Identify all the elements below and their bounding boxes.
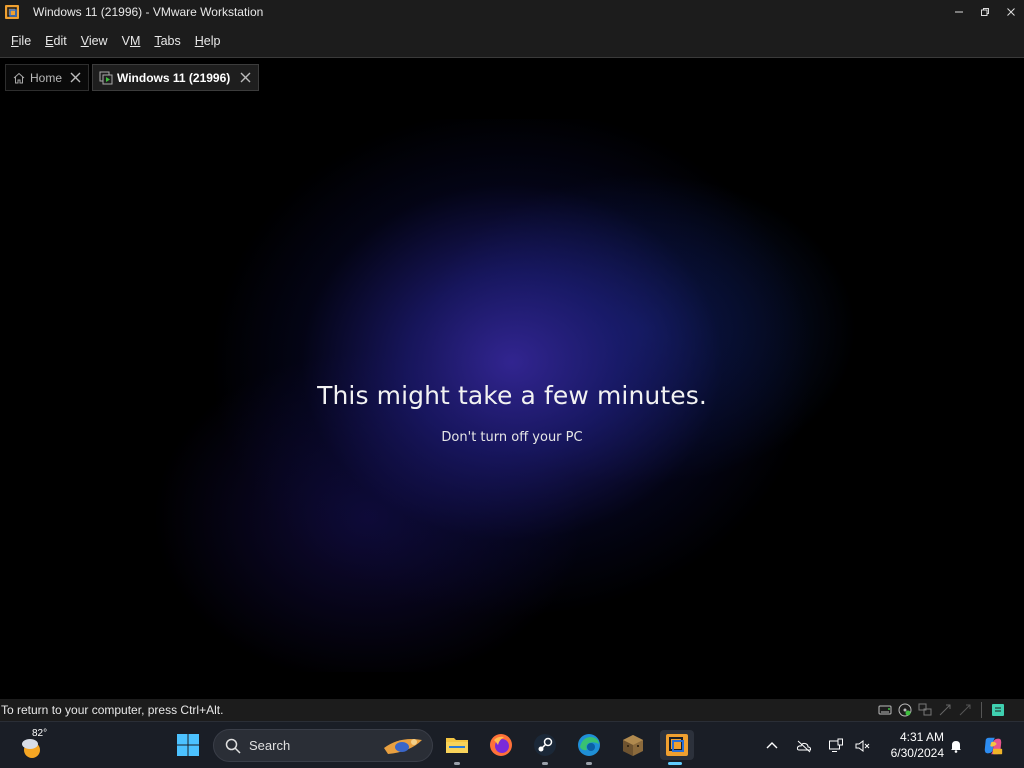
taskbar-file-explorer[interactable] (442, 730, 472, 765)
tray-display[interactable] (828, 722, 844, 768)
vm-console[interactable]: This might take a few minutes. Don't tur… (0, 95, 1024, 699)
status-bar: To return to your computer, press Ctrl+A… (0, 699, 1024, 721)
taskbar-search[interactable]: Search (213, 729, 433, 762)
running-indicator (542, 762, 548, 765)
menu-file-label: ile (18, 33, 32, 48)
taskbar-vmware-workstation[interactable] (660, 730, 694, 765)
start-button[interactable] (173, 730, 203, 760)
minecraft-icon (623, 735, 643, 756)
menu-vm-mnemonic: M (129, 33, 141, 48)
active-indicator (668, 762, 682, 765)
sound-card-icon[interactable] (957, 702, 973, 718)
guest-screen[interactable]: This might take a few minutes. Don't tur… (154, 119, 870, 672)
cloud-offline-icon (796, 740, 812, 752)
tab-strip: Home Windows 11 (21996) (0, 57, 1024, 95)
vmware-taskbar-icon (666, 734, 688, 756)
running-indicator (454, 762, 460, 765)
message-log-icon[interactable] (990, 702, 1006, 718)
clock-time: 4:31 AM (899, 730, 944, 744)
window-controls (946, 0, 1024, 24)
home-icon (13, 72, 25, 83)
running-indicator (586, 762, 592, 765)
edge-icon (578, 734, 600, 756)
minimize-button[interactable] (946, 0, 972, 24)
menu-tabs-label: abs (160, 33, 181, 48)
taskbar-steam[interactable] (530, 730, 560, 765)
menu-view[interactable]: View (74, 34, 115, 48)
menu-help-label: elp (203, 33, 221, 48)
menu-vm-label: V (121, 33, 130, 48)
speaker-muted-icon (855, 739, 870, 752)
bell-icon (951, 740, 961, 753)
status-message: To return to your computer, press Ctrl+A… (1, 703, 224, 717)
search-highlight-icon (384, 739, 422, 754)
cd-dvd-icon[interactable] (897, 702, 913, 718)
window-title: Windows 11 (21996) - VMware Workstation (33, 5, 264, 19)
tab-home[interactable]: Home (5, 64, 89, 91)
close-button[interactable] (998, 0, 1024, 24)
tray-notifications[interactable] (948, 722, 964, 768)
tray-overflow-button[interactable] (764, 722, 780, 768)
hard-disk-icon[interactable] (877, 702, 893, 718)
clock-date: 6/30/2024 (890, 746, 944, 760)
weather-widget[interactable]: 82° (18, 728, 58, 762)
setup-subtext: Don't turn off your PC (441, 430, 583, 445)
windows-logo-icon (177, 734, 199, 756)
menu-edit-label: dit (53, 33, 67, 48)
minimize-icon (955, 11, 963, 13)
taskbar-edge[interactable] (574, 730, 604, 765)
folder-icon (446, 738, 468, 753)
vmware-app-icon[interactable] (4, 4, 20, 20)
device-status-icons (877, 702, 1006, 718)
firefox-icon (490, 734, 512, 756)
restore-icon (981, 8, 989, 16)
restore-button[interactable] (972, 0, 998, 24)
menu-bar: File Edit View VM Tabs Help (0, 24, 1024, 57)
tab-home-label: Home (30, 70, 63, 85)
windows-taskbar: 82° Search 4:31 AM 6/30/2024 (0, 721, 1024, 768)
menu-edit-mnemonic: E (45, 33, 54, 48)
menu-edit[interactable]: Edit (38, 34, 74, 48)
title-bar[interactable]: Windows 11 (21996) - VMware Workstation (0, 0, 1024, 24)
search-icon (225, 738, 241, 754)
taskbar-minecraft[interactable] (618, 730, 648, 760)
status-separator (981, 702, 982, 718)
chevron-up-icon (766, 741, 778, 748)
close-icon (1007, 8, 1015, 16)
tab-vm-close-icon[interactable] (239, 71, 252, 84)
usb-device-icon[interactable] (937, 702, 953, 718)
menu-tabs[interactable]: Tabs (147, 34, 187, 48)
menu-file-mnemonic: F (11, 33, 19, 48)
menu-view-mnemonic: V (80, 33, 89, 48)
setup-heading: This might take a few minutes. (317, 381, 707, 410)
monitor-icon (829, 738, 843, 752)
copilot-pre-icon (984, 737, 1003, 754)
network-adapter-icon[interactable] (917, 702, 933, 718)
tray-onedrive[interactable] (796, 722, 812, 768)
menu-help-mnemonic: H (194, 33, 204, 48)
tray-copilot[interactable] (982, 722, 1004, 768)
search-placeholder: Search (249, 738, 291, 753)
steam-icon (534, 734, 556, 756)
menu-view-label: iew (88, 33, 108, 48)
weather-temperature: 82° (32, 728, 48, 739)
tab-vm-label: Windows 11 (21996) (117, 70, 231, 85)
taskbar-clock[interactable]: 4:31 AM 6/30/2024 (880, 729, 944, 761)
menu-file[interactable]: File (4, 34, 38, 48)
menu-help[interactable]: Help (188, 34, 228, 48)
tray-volume[interactable] (854, 722, 870, 768)
tab-home-close-icon[interactable] (69, 71, 82, 84)
tab-windows-11[interactable]: Windows 11 (21996) (92, 64, 259, 91)
taskbar-firefox[interactable] (486, 730, 516, 760)
menu-vm[interactable]: VM (115, 34, 148, 48)
vm-tab-icon (99, 71, 113, 84)
